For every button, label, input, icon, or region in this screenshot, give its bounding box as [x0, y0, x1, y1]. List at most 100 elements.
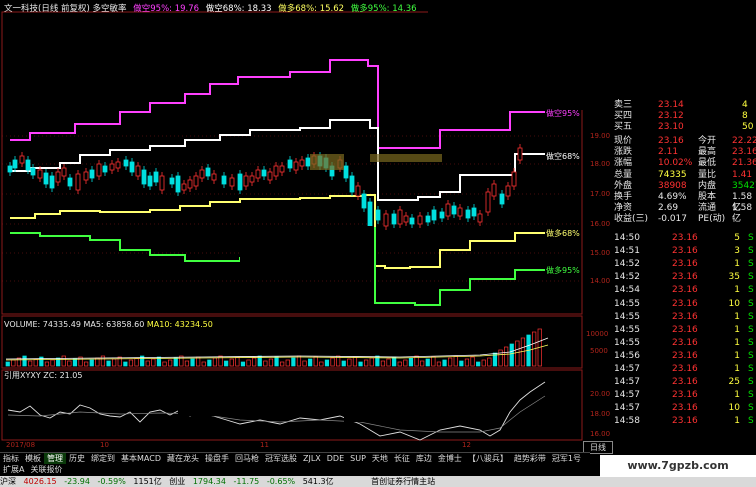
extra-tab[interactable]: 关联报价	[27, 465, 65, 474]
date-axis-1: 10	[100, 441, 109, 449]
tick-price: 23.16	[672, 364, 698, 374]
cy-value: 1794.34	[192, 477, 226, 486]
indicator-tab[interactable]: 趋势彩带	[511, 453, 549, 465]
tick-time: 14:55	[614, 337, 640, 348]
candle-body	[517, 147, 523, 161]
extra-tab[interactable]: 扩展A	[0, 465, 27, 474]
tick-row[interactable]: 14:52 23.16 1 S	[612, 258, 756, 271]
quote-value: 38908	[658, 180, 687, 191]
order-price: 23.12	[658, 111, 684, 121]
volume-bar	[72, 358, 78, 367]
tick-row[interactable]: 14:55 23.16 10 S	[612, 298, 756, 311]
quote-value: 74335	[658, 169, 687, 180]
tick-side: S	[748, 416, 754, 427]
volume-bar	[470, 356, 475, 367]
volume-bar	[442, 359, 447, 367]
tick-side: S	[748, 298, 754, 309]
tick-row[interactable]: 14:57 23.16 10 S	[612, 402, 756, 415]
quote-label: 外盘	[614, 180, 633, 191]
candle-body	[175, 175, 181, 193]
volume-bar	[274, 356, 279, 367]
candle-body	[67, 177, 73, 187]
candle-body	[129, 161, 135, 173]
tick-price: 23.16	[672, 298, 698, 309]
indicator-tab[interactable]: 藏在龙头	[164, 453, 202, 465]
tick-row[interactable]: 14:55 23.16 1 S	[612, 311, 756, 324]
indicator-tab[interactable]: 库边	[413, 453, 435, 465]
price-axis-19: 19.00	[590, 132, 611, 140]
indicator-tab[interactable]: 金博士	[435, 453, 465, 465]
volume-bar	[252, 357, 257, 367]
volume-bar	[324, 359, 330, 367]
quote-value: -0.017	[658, 214, 688, 225]
volume-bar	[347, 358, 352, 367]
tick-volume: 1	[734, 364, 740, 374]
indicator-tab[interactable]: 回马枪	[232, 453, 262, 465]
candle-body	[61, 167, 67, 177]
tick-side: S	[748, 364, 754, 374]
candle-body	[115, 161, 121, 169]
volume-bar	[425, 358, 430, 367]
tick-time: 14:57	[614, 390, 640, 401]
indicator-tab[interactable]: 长征	[391, 453, 413, 465]
tick-volume: 10	[728, 403, 740, 414]
candle-body	[349, 175, 355, 193]
tick-volume: 25	[728, 377, 740, 388]
price-axis-18: 18.00	[590, 160, 611, 168]
tick-time: 14:57	[614, 403, 640, 414]
tick-row[interactable]: 14:54 23.16 1 S	[612, 284, 756, 297]
tick-row[interactable]: 14:58 23.16 1 S	[612, 415, 756, 428]
indicator-tab[interactable]: ZJLX	[300, 453, 324, 465]
volume-bar	[487, 357, 492, 367]
volume-bar	[22, 355, 27, 367]
indicator-tab[interactable]: 冠军1号	[549, 453, 584, 465]
indicator-tab[interactable]: DDE	[324, 453, 347, 465]
sh-value: 4026.15	[23, 477, 57, 486]
indicator-tab[interactable]: 基本MACD	[118, 453, 164, 465]
tick-row[interactable]: 14:57 23.16 1 S	[612, 363, 756, 376]
tick-row[interactable]: 14:51 23.16 3 S	[612, 245, 756, 258]
indicator-tab[interactable]: 操盘手	[202, 453, 232, 465]
indicator-tab[interactable]: 【八骏兵】	[465, 453, 511, 465]
candle-body	[471, 207, 477, 217]
price-axis-17: 17.00	[590, 190, 611, 198]
tick-row[interactable]: 14:55 23.16 1 S	[612, 324, 756, 337]
tick-row[interactable]: 14:52 23.16 35 S	[612, 271, 756, 284]
kline-chart-area[interactable]: 文一科技(日线 前复权) 多空敏率 做空95%: 19.76 做空68%: 18…	[0, 0, 612, 452]
volume-bar	[268, 358, 274, 367]
tick-row[interactable]: 14:56 23.16 1 S	[612, 350, 756, 363]
volume-bar	[397, 361, 402, 367]
order-row: 卖三 23.14 4	[612, 100, 756, 111]
header-long95: 做多95%: 14.36	[350, 4, 417, 14]
candle-body	[465, 209, 471, 219]
highlight-box	[310, 154, 344, 170]
candle-body	[19, 155, 25, 164]
tick-row[interactable]: 14:50 23.16 5 S	[612, 232, 756, 245]
tick-side: S	[748, 285, 754, 296]
indicator-axis-16: 16.00	[590, 430, 611, 438]
tick-price: 23.16	[672, 377, 698, 388]
candle-body	[499, 193, 505, 205]
candle-body	[383, 213, 389, 227]
tick-row[interactable]: 14:57 23.16 1 S	[612, 389, 756, 402]
price-axis-16: 16.00	[590, 220, 611, 228]
tick-price: 23.16	[672, 324, 698, 335]
indicator-tab[interactable]: 天地	[369, 453, 391, 465]
quote-value: 2.69	[658, 203, 679, 214]
volume-bar	[212, 357, 218, 367]
header-short68: 做空68%: 18.33	[205, 4, 272, 14]
candle-body	[505, 185, 511, 197]
indicator-tab[interactable]: 冠军选股	[262, 453, 300, 465]
tick-row[interactable]: 14:57 23.16 25 S	[612, 376, 756, 389]
volume-bar	[235, 356, 240, 367]
tick-row[interactable]: 14:55 23.16 1 S	[612, 337, 756, 350]
indicator-tab[interactable]: SUP	[347, 453, 369, 465]
indicator-zc: ZC: 21.05	[43, 371, 83, 380]
band-label-long95: 做多95%	[546, 266, 580, 275]
date-axis-0: 2017/08	[6, 441, 36, 449]
volume-bar	[207, 359, 212, 367]
tick-side: S	[748, 233, 754, 243]
volume-bar	[106, 360, 111, 367]
volume-bar	[280, 361, 285, 367]
tick-side: S	[748, 272, 754, 283]
